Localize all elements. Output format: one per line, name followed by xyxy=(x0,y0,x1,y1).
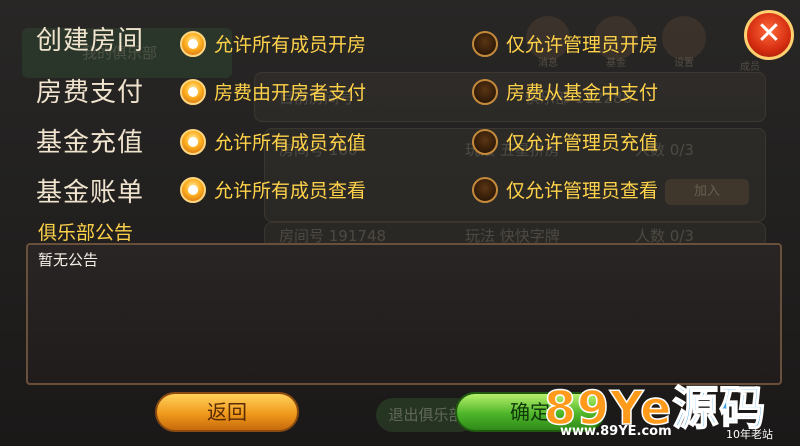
option-label: 房费从基金中支付 xyxy=(506,82,659,104)
option-label: 允许所有成员充值 xyxy=(214,132,367,154)
fund-bill-admin-only-option[interactable]: 仅允许管理员查看 xyxy=(472,176,658,203)
watermark: 89Ye源码 www.89YE.com 10年老站 xyxy=(540,372,800,446)
create-room-label: 创建房间 xyxy=(36,26,145,56)
radio-selected-icon[interactable] xyxy=(180,128,206,155)
watermark-url: www.89YE.com xyxy=(560,424,672,439)
radio-selected-icon[interactable] xyxy=(180,78,206,105)
radio-unselected-icon[interactable] xyxy=(472,78,498,105)
option-label: 房费由开房者支付 xyxy=(214,82,367,104)
fund-bill-allow-all-option[interactable]: 允许所有成员查看 xyxy=(180,176,366,203)
watermark-tag: 10年老站 xyxy=(726,428,773,441)
fund-recharge-allow-all-option[interactable]: 允许所有成员充值 xyxy=(180,128,366,155)
room-fee-creator-option[interactable]: 房费由开房者支付 xyxy=(180,78,366,105)
create-room-allow-all-option[interactable]: 允许所有成员开房 xyxy=(180,30,366,57)
option-label: 仅允许管理员查看 xyxy=(506,180,659,202)
back-button[interactable]: 返回 xyxy=(155,392,299,432)
club-notice-title: 俱乐部公告 xyxy=(38,222,134,244)
club-notice-content: 暂无公告 xyxy=(38,251,99,269)
radio-selected-icon[interactable] xyxy=(180,30,206,57)
fund-bill-label: 基金账单 xyxy=(36,178,145,208)
option-label: 仅允许管理员充值 xyxy=(506,132,659,154)
create-room-admin-only-option[interactable]: 仅允许管理员开房 xyxy=(472,30,658,57)
option-label: 仅允许管理员开房 xyxy=(506,34,659,56)
close-icon[interactable]: ✕ xyxy=(744,10,794,60)
radio-unselected-icon[interactable] xyxy=(472,30,498,57)
option-label: 允许所有成员查看 xyxy=(214,180,367,202)
fund-recharge-admin-only-option[interactable]: 仅允许管理员充值 xyxy=(472,128,658,155)
fund-recharge-label: 基金充值 xyxy=(36,128,145,158)
room-fee-label: 房费支付 xyxy=(36,78,145,108)
room-fee-fund-option[interactable]: 房费从基金中支付 xyxy=(472,78,658,105)
radio-unselected-icon[interactable] xyxy=(472,128,498,155)
radio-unselected-icon[interactable] xyxy=(472,176,498,203)
club-notice-textarea[interactable]: 暂无公告 xyxy=(26,243,782,385)
radio-selected-icon[interactable] xyxy=(180,176,206,203)
option-label: 允许所有成员开房 xyxy=(214,34,367,56)
